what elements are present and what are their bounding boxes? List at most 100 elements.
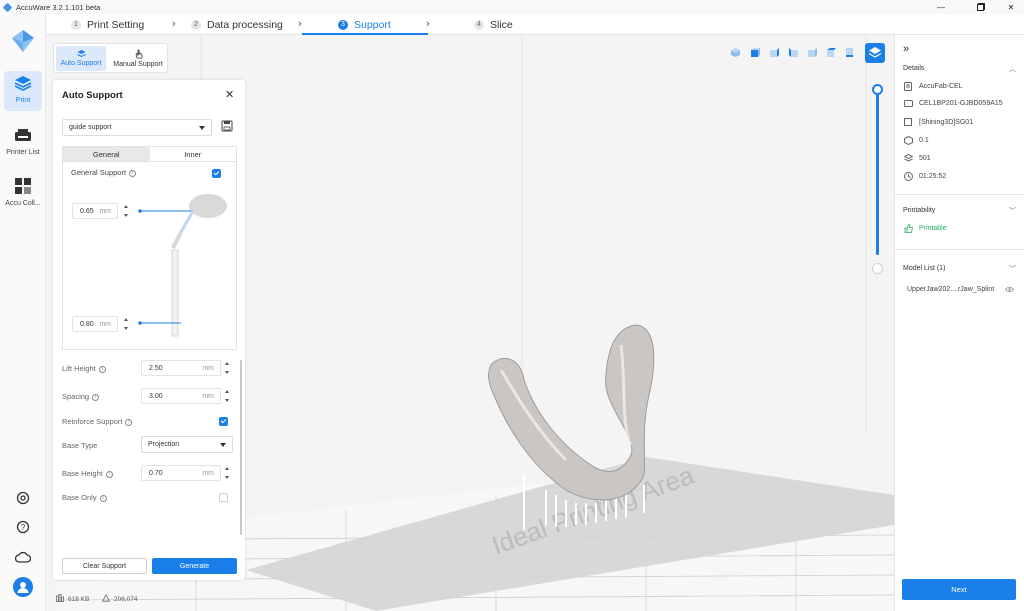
chevron-up-icon[interactable]: ︿: [1009, 64, 1016, 74]
step-bar: 1 Print Setting › 2 Data processing › 3 …: [46, 14, 1024, 35]
info-icon: i: [98, 365, 106, 373]
clear-support-button[interactable]: Clear Support: [62, 558, 147, 574]
step-label: Support: [354, 18, 391, 31]
step-support[interactable]: 3 Support: [338, 14, 391, 35]
layers-icon: [903, 154, 913, 163]
eye-icon[interactable]: [1004, 286, 1015, 295]
step-number: 1: [71, 19, 81, 30]
close-icon[interactable]: ✕: [225, 88, 234, 101]
chevron-down-icon: [199, 125, 205, 130]
left-rail: Print Printer List Accu Coll... ?: [0, 14, 46, 611]
reinforce-support-checkbox[interactable]: [219, 417, 228, 426]
detail-print-time: 01:25:52: [903, 172, 946, 181]
chevron-down-icon[interactable]: ﹀: [1009, 206, 1016, 216]
file-icon: [56, 594, 64, 604]
minimize-icon[interactable]: —: [928, 0, 954, 14]
rail-label-printer-list: Printer List: [6, 149, 40, 156]
chevron-right-icon: ›: [298, 18, 302, 30]
settings-icon[interactable]: [0, 491, 46, 507]
layer-slider-top-handle[interactable]: [872, 84, 883, 95]
step-number: 2: [191, 19, 201, 30]
step-label: Slice: [490, 18, 513, 31]
next-button[interactable]: Next: [902, 579, 1016, 600]
view-top-icon[interactable]: [826, 47, 837, 58]
step-label: Print Setting: [87, 18, 145, 31]
generate-button[interactable]: Generate: [152, 558, 237, 574]
detail-printer: AccuFab-CEL: [903, 82, 963, 91]
top-diameter-input[interactable]: 0.65 mm: [72, 203, 118, 219]
collapse-panel-icon[interactable]: »: [903, 43, 909, 55]
base-type-value: Projection: [148, 441, 180, 448]
base-height-label: Base Height i: [62, 469, 113, 478]
bottom-diameter-stepper[interactable]: [122, 316, 131, 332]
model-list-item[interactable]: UpperJaw202....rJaw_Splint: [907, 286, 994, 293]
step-label: Data processing: [207, 18, 283, 31]
chevron-right-icon: ›: [172, 18, 176, 30]
view-left-icon[interactable]: [788, 47, 799, 58]
divider: [895, 194, 1024, 195]
info-icon: i: [105, 470, 113, 478]
base-height-stepper[interactable]: [223, 465, 232, 481]
auto-support-label: Auto Support: [60, 60, 102, 67]
step-slice[interactable]: 4 Slice: [474, 14, 513, 35]
layers-icon: [56, 49, 106, 60]
user-avatar-icon[interactable]: [0, 577, 46, 599]
auto-support-button[interactable]: Auto Support: [56, 46, 106, 71]
detail-layer-thickness: 0.1: [903, 136, 929, 145]
spacing-stepper[interactable]: [223, 388, 232, 404]
view-back-icon[interactable]: [769, 47, 780, 58]
top-diameter-stepper[interactable]: [122, 203, 131, 219]
chevron-down-icon[interactable]: ﹀: [1009, 264, 1016, 274]
tab-inner[interactable]: Inner: [150, 147, 237, 161]
help-icon[interactable]: ?: [0, 520, 46, 536]
base-type-label: Base Type: [62, 441, 98, 450]
rail-label-print: Print: [15, 97, 31, 104]
printer-icon: [0, 128, 46, 146]
hand-pointer-icon: [109, 49, 167, 61]
cloud-icon[interactable]: [0, 550, 46, 566]
save-preset-icon[interactable]: [221, 120, 233, 134]
maximize-icon[interactable]: [968, 0, 994, 14]
tab-general[interactable]: General: [63, 147, 150, 161]
rail-item-accu-coll[interactable]: Accu Coll...: [0, 177, 46, 207]
base-type-select[interactable]: Projection: [141, 436, 233, 453]
lift-height-input[interactable]: 2.50 mm: [141, 360, 221, 376]
spacing-label: Spacing i: [62, 392, 100, 401]
chevron-right-icon: ›: [426, 18, 430, 30]
close-window-icon[interactable]: ✕: [998, 0, 1024, 14]
base-only-checkbox[interactable]: [219, 493, 228, 502]
lift-height-stepper[interactable]: [223, 360, 232, 376]
cube-icon: [903, 136, 913, 145]
step-data-processing[interactable]: 2 Data processing: [191, 14, 283, 35]
splint-model[interactable]: [488, 324, 655, 501]
base-height-input[interactable]: 0.70 mm: [141, 465, 221, 481]
view-right-icon[interactable]: [807, 47, 818, 58]
step-number: 3: [338, 19, 348, 30]
support-tabs: General Inner: [62, 146, 237, 162]
bottom-diameter-input[interactable]: 0.80 mm: [72, 316, 118, 332]
manual-support-button[interactable]: Manual Support: [109, 46, 167, 71]
triangle-count-status: 206,074: [101, 593, 138, 604]
rail-item-print[interactable]: Print: [0, 74, 46, 104]
view-bottom-icon[interactable]: [845, 47, 856, 58]
step-print-setting[interactable]: 1 Print Setting: [71, 14, 144, 35]
preset-value: guide support: [69, 124, 112, 131]
printer-icon: [903, 82, 913, 91]
panel-scrollbar[interactable]: [240, 360, 242, 535]
app-title: AccuWare 3.2.1.101 beta: [16, 2, 101, 12]
layer-slider-track[interactable]: [876, 90, 879, 255]
support-preset-select[interactable]: guide support: [62, 119, 212, 136]
triangle-icon: [101, 593, 111, 604]
printability-status: Printable: [903, 224, 947, 233]
layer-slider-bottom-handle[interactable]: [872, 263, 883, 274]
layers-icon: [0, 74, 46, 94]
chevron-down-icon: [220, 442, 226, 447]
layer-view-button[interactable]: [865, 43, 885, 63]
rail-item-printer-list[interactable]: Printer List: [0, 128, 46, 156]
view-front-icon[interactable]: [750, 47, 761, 58]
layers-icon: [868, 47, 882, 58]
printability-title: Printability: [903, 207, 936, 214]
spacing-input[interactable]: 3.00 mm: [141, 388, 221, 404]
support-mode-toggle: Auto Support Manual Support: [53, 43, 168, 73]
view-3d-icon[interactable]: [730, 47, 741, 58]
